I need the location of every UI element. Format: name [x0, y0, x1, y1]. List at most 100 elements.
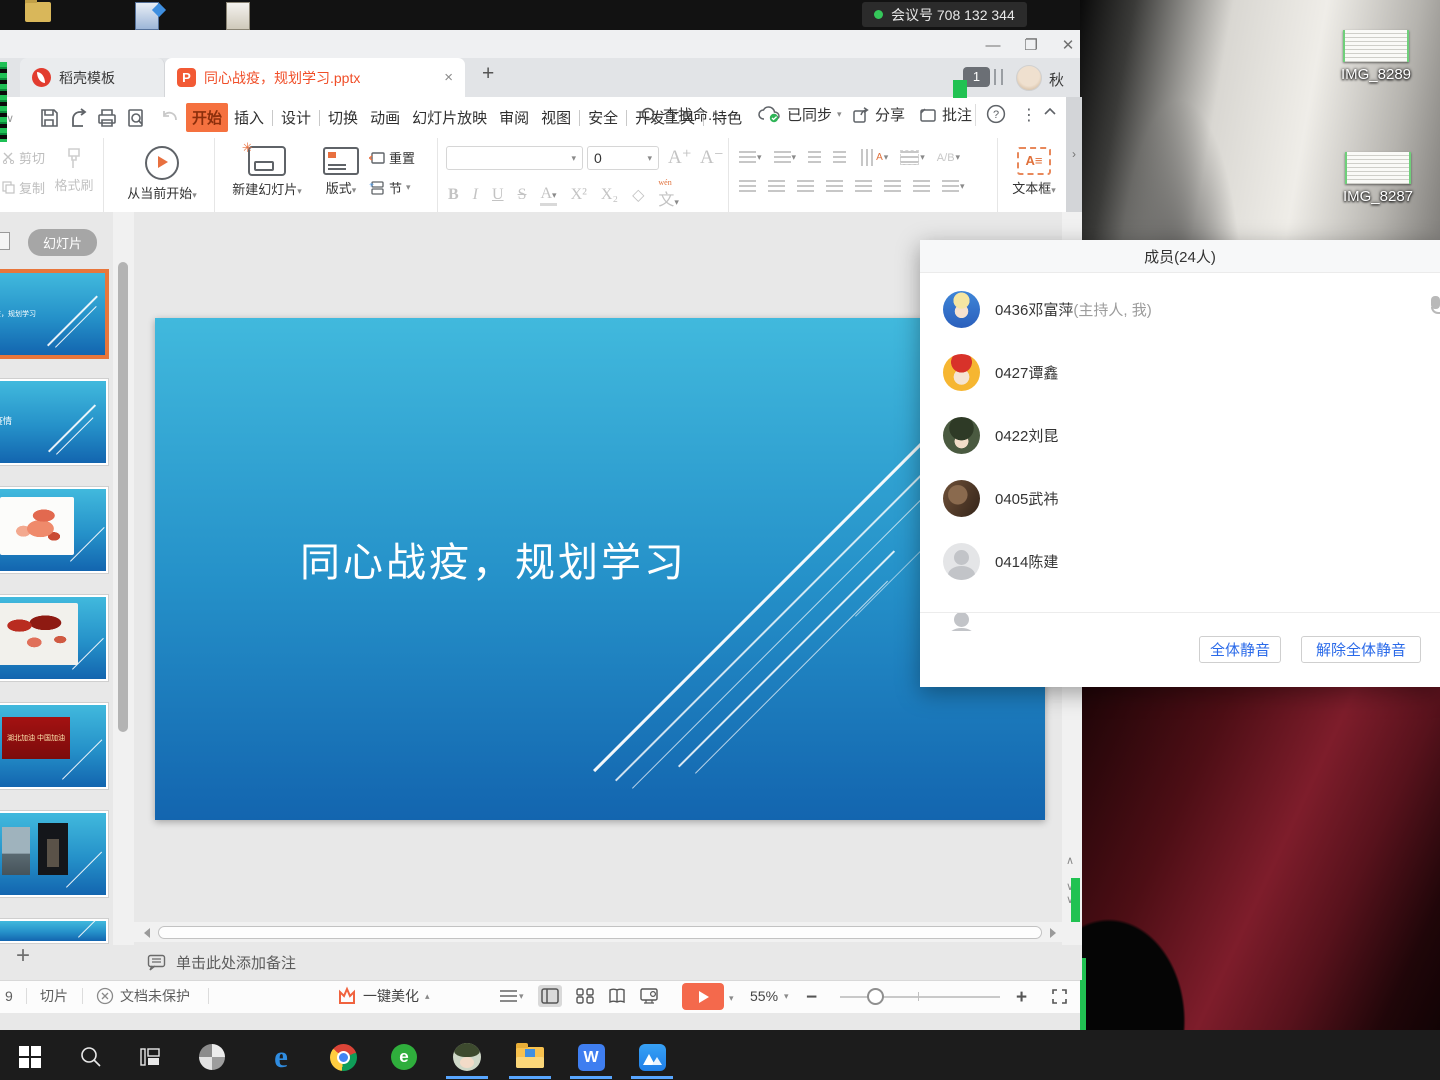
sync-status[interactable]: 已同步 ▾ [758, 104, 842, 125]
slide-thumbnail-3[interactable] [0, 487, 108, 573]
bold-button[interactable]: B [448, 186, 459, 204]
desktop-folder-icon[interactable] [25, 2, 51, 22]
slide-title[interactable]: 同心战疫，规划学习 [300, 530, 687, 588]
taskbar-edge[interactable]: e [265, 1041, 297, 1073]
slides-panel-tab[interactable]: 幻灯片 [28, 229, 97, 256]
slide-thumbnail-4[interactable] [0, 595, 108, 681]
undo-icon[interactable] [158, 107, 180, 129]
taskbar-qq[interactable] [451, 1041, 483, 1073]
taskbar-tencent-meeting[interactable] [636, 1041, 668, 1073]
tab-active-document[interactable]: P 同心战疫，规划学习.pptx × [165, 58, 465, 97]
zoom-level[interactable]: 55%▾ [750, 980, 789, 1012]
message-count-badge[interactable]: 1 [963, 67, 990, 87]
numbered-list-button[interactable]: ▾ [774, 151, 797, 164]
minimize-button[interactable]: — [985, 38, 1001, 54]
scroll-right-icon[interactable] [1050, 928, 1056, 938]
format-painter-button[interactable]: 格式刷 [48, 146, 100, 194]
cut-button[interactable]: 剪切 [2, 148, 45, 167]
sidebar-scrollbar-thumb[interactable] [118, 262, 128, 732]
layout-button[interactable]: 版式▾ [317, 147, 365, 197]
more-options-icon[interactable]: ⋮ [1021, 105, 1037, 125]
zoom-out-button[interactable]: − [806, 987, 817, 1009]
zoom-in-button[interactable]: + [1016, 987, 1027, 1009]
text-direction-button[interactable]: A▾ [858, 151, 888, 164]
print-preview-icon[interactable] [125, 107, 147, 129]
text-align-vertical-button[interactable]: A/B▾ [937, 152, 960, 164]
member-row[interactable]: 0436邓富萍(主持人, 我) [920, 278, 1440, 341]
add-slide-button[interactable]: + [16, 942, 30, 970]
slice-label[interactable]: 切片 [40, 980, 68, 1012]
slide-thumbnail-1[interactable]: 同心战疫，规划学习 [0, 270, 108, 358]
task-view-button[interactable] [134, 1041, 166, 1073]
desktop-file-icon[interactable] [226, 2, 250, 30]
normal-view-button[interactable] [538, 985, 562, 1007]
export-icon[interactable] [68, 107, 90, 129]
bullet-list-button[interactable]: ▾ [739, 151, 762, 164]
desktop-app-icon[interactable] [135, 2, 159, 30]
slide-thumbnail-7[interactable] [0, 919, 108, 943]
reset-button[interactable]: 重置 [369, 148, 415, 167]
member-row[interactable]: 0427谭鑫 [920, 341, 1440, 404]
zoom-slider-knob[interactable] [867, 988, 884, 1005]
close-button[interactable]: ✕ [1060, 38, 1076, 54]
fit-to-window-icon[interactable] [1052, 989, 1067, 1004]
justify-button[interactable] [826, 180, 843, 193]
collapse-caret-icon[interactable]: ∨ [6, 112, 14, 125]
slide-thumbnail-6[interactable] [0, 811, 108, 897]
outline-tab-icon[interactable] [0, 232, 10, 250]
phonetic-guide-button[interactable]: wén文▾ [658, 180, 679, 210]
comment-button[interactable]: 批注 [918, 104, 972, 125]
play-from-current-button[interactable]: 从当前开始▾ [118, 146, 206, 202]
copy-button[interactable]: 复制 [2, 178, 45, 197]
unmute-all-button[interactable]: 解除全体静音 [1301, 636, 1421, 663]
taskbar-search-button[interactable] [75, 1041, 107, 1073]
increase-indent-button[interactable] [833, 151, 846, 164]
clear-format-icon[interactable]: ◇ [632, 185, 644, 205]
decrease-indent-button[interactable] [808, 151, 821, 164]
document-protect-status[interactable]: 文档未保护 [96, 980, 190, 1012]
slide-canvas[interactable]: 同心战疫，规划学习 [155, 318, 1045, 820]
notes-bar[interactable]: 单击此处添加备注 [133, 945, 1082, 980]
menu-item-design[interactable]: 设计 [275, 103, 317, 132]
member-row[interactable]: 0422刘昆 [920, 404, 1440, 467]
menu-item-slideshow[interactable]: 幻灯片放映 [406, 103, 493, 132]
menu-item-transition[interactable]: 切换 [322, 103, 364, 132]
taskbar-360-browser[interactable]: e [388, 1041, 420, 1073]
taskbar-app-pinwheel[interactable] [196, 1041, 228, 1073]
tab-close-icon[interactable]: × [444, 69, 453, 86]
tab-docer-templates[interactable]: 稻壳模板 [20, 58, 165, 97]
menu-item-review[interactable]: 审阅 [493, 103, 535, 132]
align-right-button[interactable] [797, 180, 814, 193]
mute-all-button[interactable]: 全体静音 [1199, 636, 1281, 663]
ribbon-scroll-strip[interactable]: › [1066, 97, 1082, 212]
collapse-ribbon-button[interactable] [1042, 104, 1058, 120]
menu-item-insert[interactable]: 插入 [228, 103, 270, 132]
paragraph-spacing-button[interactable]: ▾ [942, 180, 965, 193]
underline-button[interactable]: U [492, 186, 504, 204]
strikethrough-button[interactable]: S [518, 186, 527, 204]
zoom-slider-track[interactable] [840, 996, 1000, 998]
play-options-chevron-icon[interactable]: ▾ [729, 993, 734, 1004]
new-tab-button[interactable]: + [482, 62, 494, 86]
font-color-button[interactable]: A▾ [540, 185, 556, 206]
new-slide-button[interactable]: ✳ 新建幻灯片▾ [221, 146, 313, 198]
menu-item-home[interactable]: 开始 [186, 103, 228, 132]
notes-view-button[interactable]: ▾ [500, 990, 524, 1003]
align-left-button[interactable] [739, 180, 756, 193]
share-button[interactable]: 分享 [852, 104, 905, 125]
line-spacing-up-button[interactable] [884, 180, 901, 193]
editor-hscrollbar-thumb[interactable] [158, 926, 1042, 939]
line-spacing-down-button[interactable] [913, 180, 930, 193]
taskbar-wps[interactable]: W [575, 1041, 607, 1073]
member-row[interactable]: 0405武祎 [920, 467, 1440, 530]
account-name[interactable]: 秋 [1049, 69, 1064, 90]
scroll-left-icon[interactable] [144, 928, 150, 938]
save-icon[interactable] [38, 107, 60, 129]
slide-thumbnail-2[interactable]: 疫情 [0, 379, 108, 465]
font-size-combo[interactable]: 0▾ [587, 146, 659, 170]
reading-view-button[interactable] [608, 988, 626, 1004]
account-avatar[interactable] [1016, 65, 1042, 91]
taskbar-file-explorer[interactable] [514, 1041, 546, 1073]
subscript-button[interactable]: X₂ [601, 186, 618, 204]
font-name-combo[interactable]: ▾ [446, 146, 583, 170]
